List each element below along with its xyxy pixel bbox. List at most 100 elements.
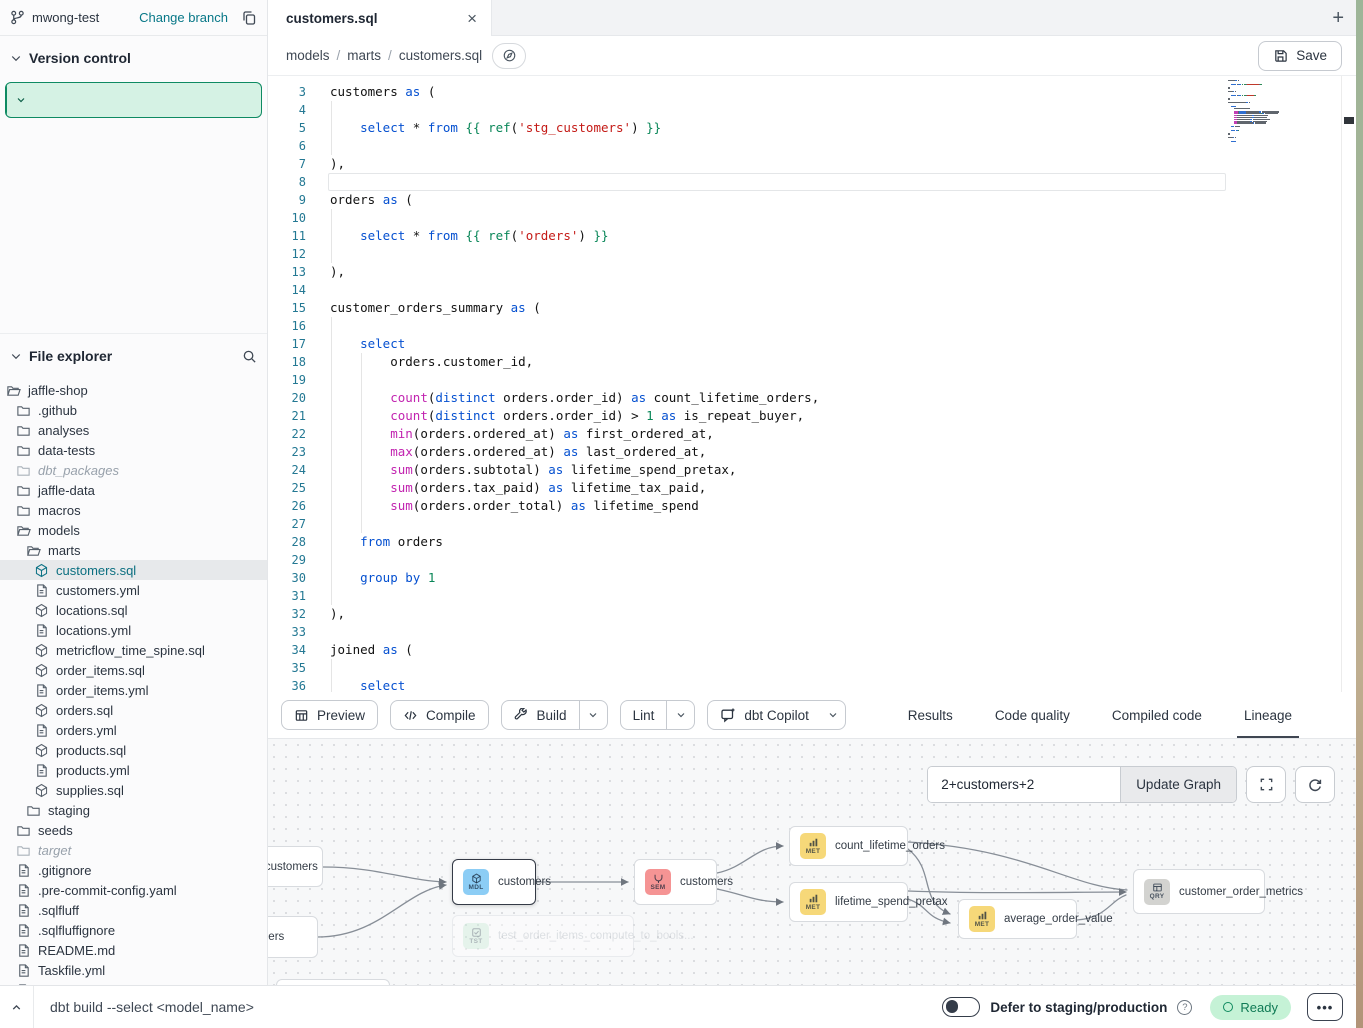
fullscreen-button[interactable] — [1246, 766, 1286, 803]
code-line-11[interactable]: 11 select * from {{ ref('orders') }} — [268, 227, 1356, 245]
compile-button[interactable]: Compile — [390, 700, 489, 730]
chevron-down-icon[interactable] — [10, 52, 22, 64]
code-line-23[interactable]: 23 max(orders.ordered_at) as last_ordere… — [268, 443, 1356, 461]
lineage-node-lifetime_spend_pretax[interactable]: METlifetime_spend_pretax — [789, 882, 908, 922]
code-line-14[interactable]: 14 — [268, 281, 1356, 299]
code-line-32[interactable]: 32), — [268, 605, 1356, 623]
tree-item-order-items-yml[interactable]: order_items.yml — [0, 680, 267, 700]
breadcrumb-marts[interactable]: marts — [347, 48, 381, 63]
lineage-node-test-order-items[interactable]: TSTtest_order_items_compute_to_bools... — [452, 915, 634, 957]
code-line-10[interactable]: 10 — [268, 209, 1356, 227]
lineage-panel[interactable]: stg_customersorders MDLcustomers TSTtest_o… — [268, 738, 1356, 985]
code-line-5[interactable]: 5 select * from {{ ref('stg_customers') … — [268, 119, 1356, 137]
help-icon[interactable]: ? — [1177, 1000, 1192, 1015]
lineage-node-stg_customers[interactable]: stg_customers — [268, 846, 323, 887]
tree-item-locations-sql[interactable]: locations.sql — [0, 600, 267, 620]
code-line-13[interactable]: 13), — [268, 263, 1356, 281]
code-line-6[interactable]: 6 — [268, 137, 1356, 155]
tab-lineage[interactable]: Lineage — [1223, 692, 1313, 738]
tab-results[interactable]: Results — [887, 692, 974, 738]
tree-item-locations-yml[interactable]: locations.yml — [0, 620, 267, 640]
tree-item-supplies-sql[interactable]: supplies.sql — [0, 780, 267, 800]
tree-item-orders-sql[interactable]: orders.sql — [0, 700, 267, 720]
code-line-31[interactable]: 31 — [268, 587, 1356, 605]
search-icon[interactable] — [242, 349, 257, 364]
code-line-33[interactable]: 33 — [268, 623, 1356, 641]
code-line-29[interactable]: 29 — [268, 551, 1356, 569]
tree-item-products-yml[interactable]: products.yml — [0, 760, 267, 780]
close-tab-icon[interactable]: × — [467, 10, 477, 27]
code-line-8[interactable]: 8 — [268, 173, 1356, 191]
lineage-node-orders[interactable]: orders — [268, 916, 318, 958]
code-line-30[interactable]: 30 group by 1 — [268, 569, 1356, 587]
code-line-9[interactable]: 9orders as ( — [268, 191, 1356, 209]
code-line-18[interactable]: 18 orders.customer_id, — [268, 353, 1356, 371]
code-line-26[interactable]: 26 sum(orders.order_total) as lifetime_s… — [268, 497, 1356, 515]
code-line-19[interactable]: 19 — [268, 371, 1356, 389]
tree-item-target[interactable]: target — [0, 840, 267, 860]
code-line-12[interactable]: 12 — [268, 245, 1356, 263]
tree-item-jaffle-data[interactable]: jaffle-data — [0, 480, 267, 500]
lint-button[interactable]: Lint — [621, 701, 667, 729]
tree-item-customers-yml[interactable]: customers.yml — [0, 580, 267, 600]
code-line-22[interactable]: 22 min(orders.ordered_at) as first_order… — [268, 425, 1356, 443]
code-line-3[interactable]: 3customers as ( — [268, 83, 1356, 101]
explore-lineage-button[interactable] — [492, 43, 526, 69]
command-input[interactable]: dbt build --select <model_name> — [34, 999, 942, 1015]
tree-item--sqlfluff[interactable]: .sqlfluff — [0, 900, 267, 920]
tree-item-staging[interactable]: staging — [0, 800, 267, 820]
tree-item-jaffle-shop[interactable]: jaffle-shop — [0, 380, 267, 400]
tree-item-readme-md[interactable]: README.md — [0, 940, 267, 960]
build-button[interactable]: Build — [502, 701, 579, 729]
code-line-28[interactable]: 28 from orders — [268, 533, 1356, 551]
lineage-node-average_order_value[interactable]: METaverage_order_value — [958, 899, 1077, 939]
code-line-36[interactable]: 36 select — [268, 677, 1356, 692]
lint-dropdown-chevron[interactable] — [666, 701, 694, 729]
copilot-dropdown-chevron[interactable] — [821, 701, 845, 729]
minimap[interactable] — [1228, 80, 1312, 143]
lineage-node-count_lifetime_orders[interactable]: METcount_lifetime_orders — [789, 826, 908, 866]
expand-console-button[interactable] — [0, 986, 34, 1028]
code-line-4[interactable]: 4 — [268, 101, 1356, 119]
editor-scrollbar[interactable] — [1341, 76, 1356, 692]
code-editor[interactable]: 3customers as (45 select * from {{ ref('… — [268, 76, 1356, 692]
lineage-selector-input[interactable] — [928, 767, 1120, 802]
lineage-node-customers-semantic[interactable]: SEMcustomers — [634, 859, 717, 905]
code-line-16[interactable]: 16 — [268, 317, 1356, 335]
tree-item-marts[interactable]: marts — [0, 540, 267, 560]
dbt-copilot-button[interactable]: dbt Copilot — [707, 700, 846, 730]
pr-dropdown-chevron[interactable] — [6, 83, 34, 117]
new-tab-button[interactable]: + — [1332, 0, 1344, 36]
copy-icon[interactable] — [241, 10, 257, 26]
tab-code-quality[interactable]: Code quality — [974, 692, 1091, 738]
code-line-15[interactable]: 15customer_orders_summary as ( — [268, 299, 1356, 317]
code-line-7[interactable]: 7), — [268, 155, 1356, 173]
breadcrumb-file[interactable]: customers.sql — [399, 48, 482, 63]
tab-customers-sql[interactable]: customers.sql × — [268, 0, 492, 36]
tree-item-products-sql[interactable]: products.sql — [0, 740, 267, 760]
update-graph-button[interactable]: Update Graph — [1120, 767, 1236, 802]
tree-item--gitignore[interactable]: .gitignore — [0, 860, 267, 880]
tree-item-analyses[interactable]: analyses — [0, 420, 267, 440]
chevron-down-icon[interactable] — [10, 350, 22, 362]
tree-item--pre-commit-config-yaml[interactable]: .pre-commit-config.yaml — [0, 880, 267, 900]
tree-item-order-items-sql[interactable]: order_items.sql — [0, 660, 267, 680]
more-options-button[interactable]: ••• — [1307, 993, 1343, 1021]
tree-item-taskfile-yml[interactable]: Taskfile.yml — [0, 960, 267, 980]
scrollbar-thumb[interactable] — [1344, 117, 1354, 124]
build-dropdown-chevron[interactable] — [579, 701, 607, 729]
tab-compiled-code[interactable]: Compiled code — [1091, 692, 1223, 738]
lineage-node-customers-model[interactable]: MDLcustomers — [452, 859, 536, 905]
refresh-button[interactable] — [1295, 766, 1335, 803]
preview-button[interactable]: Preview — [281, 700, 378, 730]
defer-toggle[interactable] — [942, 997, 980, 1017]
create-pr-button[interactable]: Create a pull request on Git... — [5, 82, 262, 118]
tree-item-customers-sql[interactable]: customers.sql — [0, 560, 267, 580]
tree-item-metricflow-time-spine-sql[interactable]: metricflow_time_spine.sql — [0, 640, 267, 660]
tree-item-dbt-packages[interactable]: dbt_packages — [0, 460, 267, 480]
tree-item-data-tests[interactable]: data-tests — [0, 440, 267, 460]
tree-item-models[interactable]: models — [0, 520, 267, 540]
lineage-node-customer_order_metrics[interactable]: QRYcustomer_order_metrics — [1133, 869, 1265, 914]
tree-item-macros[interactable]: macros — [0, 500, 267, 520]
code-line-27[interactable]: 27 — [268, 515, 1356, 533]
